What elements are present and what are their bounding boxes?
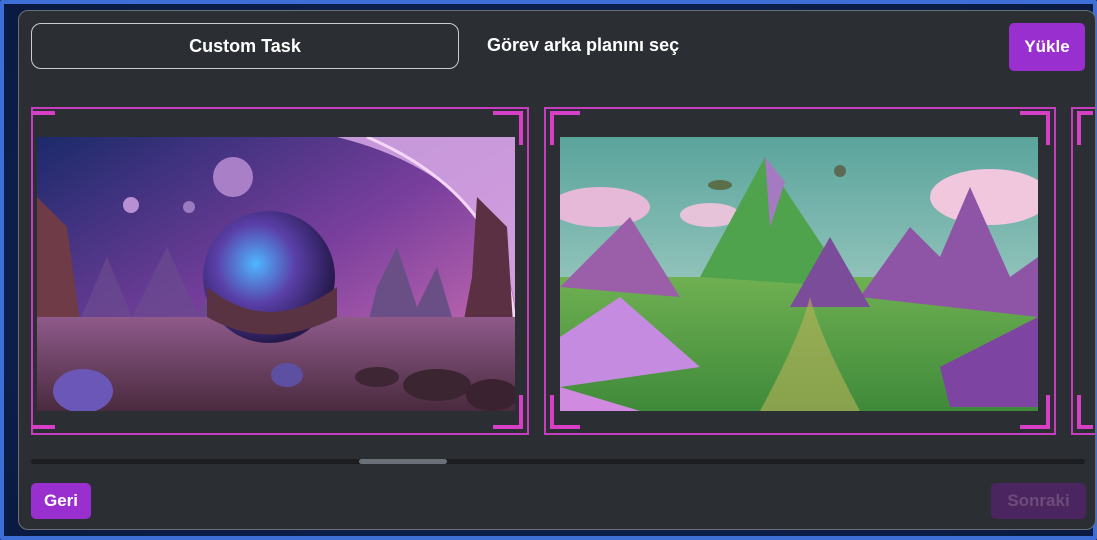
background-card-purple-mountains[interactable] — [544, 107, 1056, 435]
purple-green-mountains-image — [560, 137, 1038, 411]
background-card-partial[interactable] — [1071, 107, 1095, 435]
task-background-dialog: Custom Task Görev arka planını seç Yükle — [18, 10, 1096, 530]
background-carousel[interactable] — [31, 107, 1095, 437]
next-button[interactable]: Sonraki — [991, 483, 1086, 519]
select-background-heading: Görev arka planını seç — [487, 35, 680, 55]
task-title-field[interactable]: Custom Task — [31, 23, 459, 69]
carousel-scrollbar[interactable] — [31, 459, 1085, 464]
background-card-alien-planet[interactable] — [31, 107, 529, 435]
card-corner — [1077, 395, 1093, 429]
card-corner — [1077, 111, 1093, 145]
upload-button[interactable]: Yükle — [1009, 23, 1085, 71]
card-corner — [31, 425, 55, 429]
back-button[interactable]: Geri — [31, 483, 91, 519]
card-corner — [31, 111, 55, 115]
scrollbar-thumb[interactable] — [359, 459, 447, 464]
alien-planet-landscape-image — [37, 137, 515, 411]
task-title: Custom Task — [189, 35, 301, 56]
